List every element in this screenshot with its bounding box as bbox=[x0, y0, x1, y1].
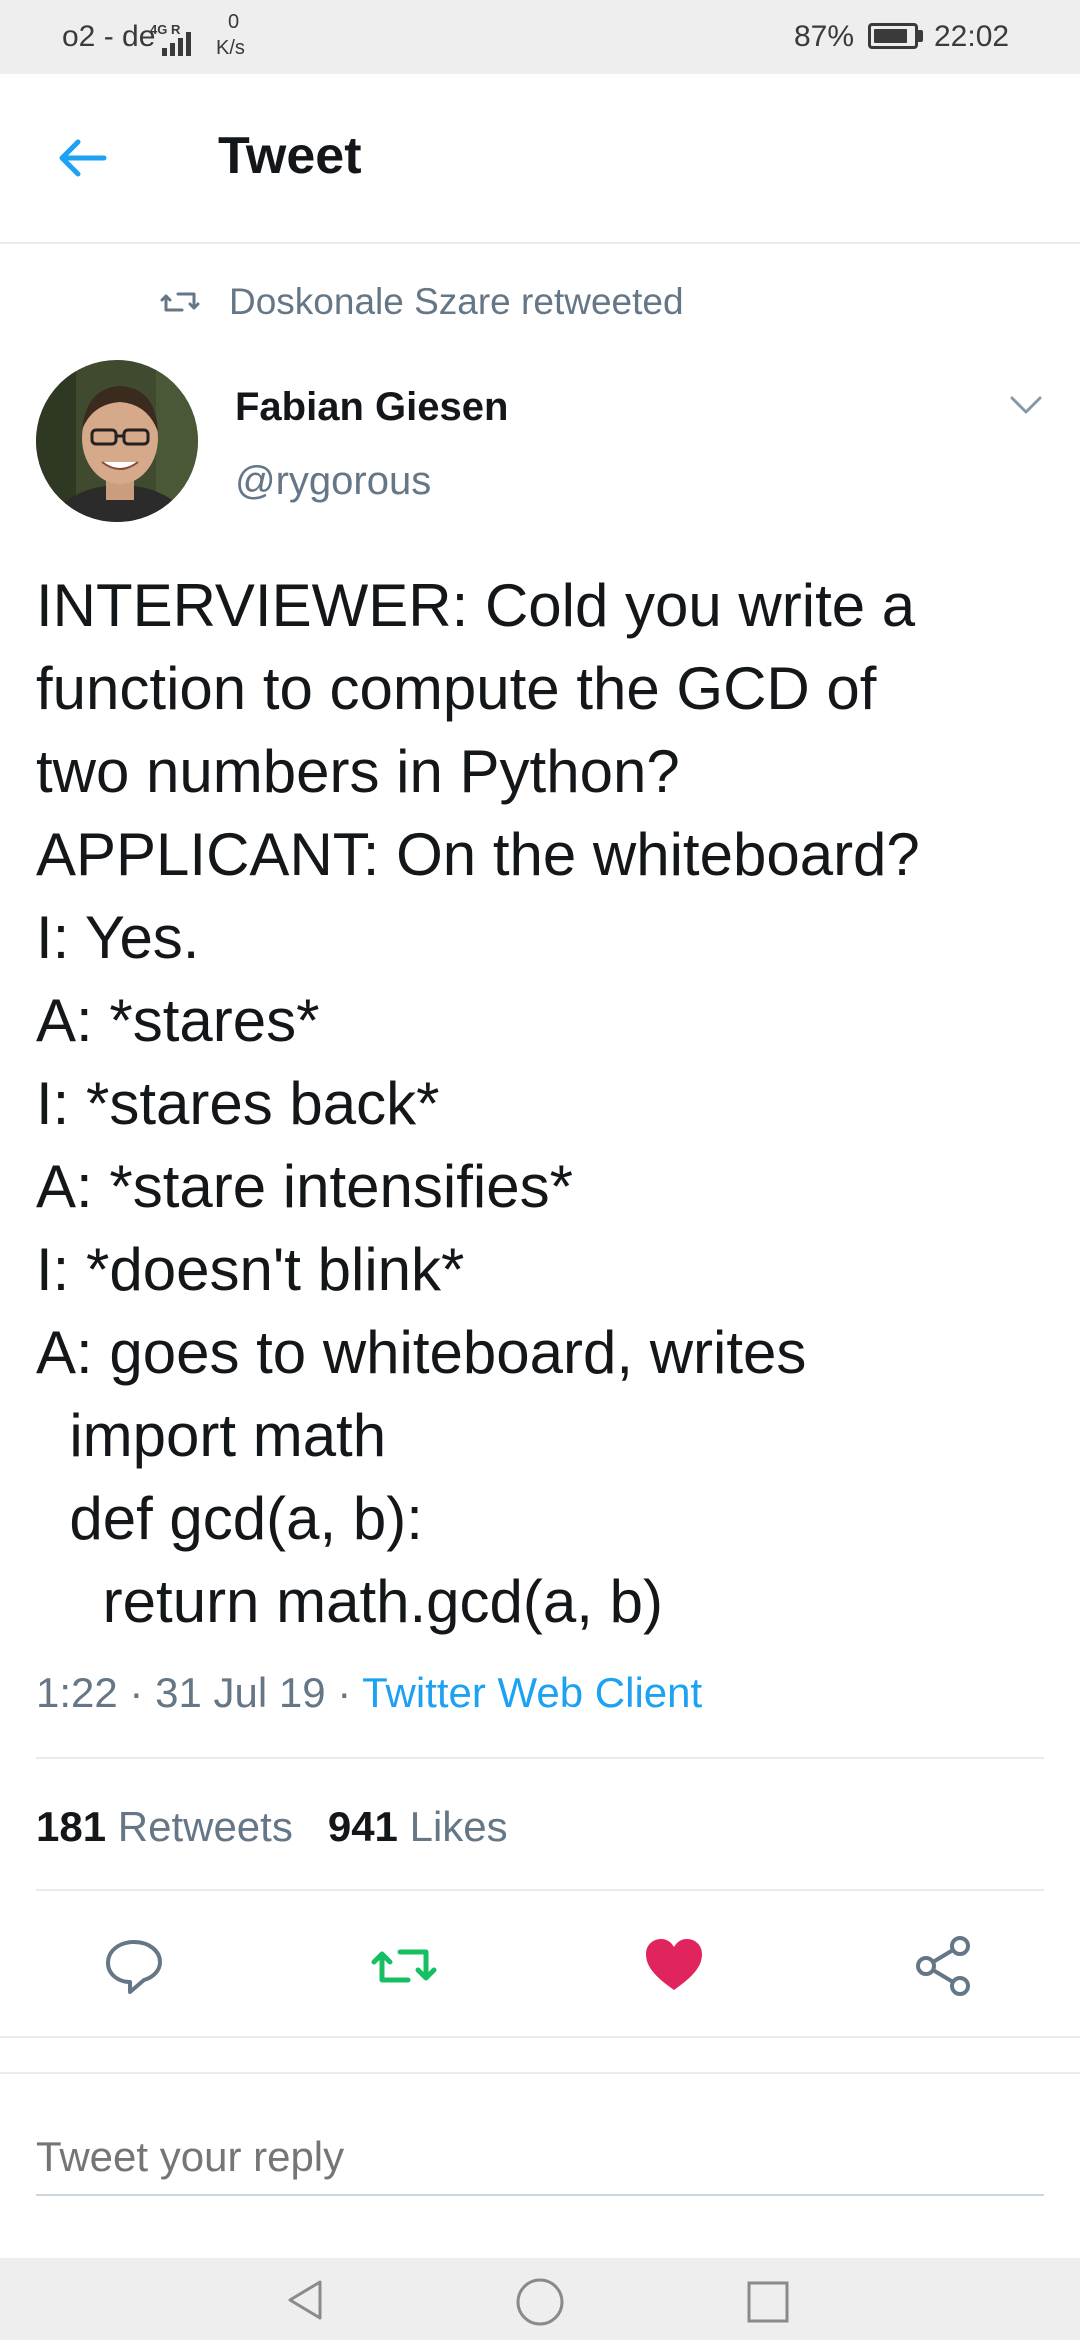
square-recents-icon bbox=[747, 2281, 789, 2323]
circle-home-icon bbox=[516, 2278, 564, 2326]
triangle-back-icon bbox=[288, 2280, 322, 2320]
author-handle[interactable]: @rygorous bbox=[235, 456, 431, 506]
top-app-bar bbox=[0, 74, 1080, 244]
divider bbox=[36, 1757, 1044, 1759]
tweet-source-link[interactable]: Twitter Web Client bbox=[362, 1669, 702, 1716]
tweet-timestamp: 1:22 · 31 Jul 19 · Twitter Web Client bbox=[36, 1666, 702, 1720]
divider bbox=[0, 2036, 1080, 2038]
tweet-line: A: *stare intensifies* bbox=[36, 1153, 573, 1220]
tweet-line: return math.gcd(a, b) bbox=[36, 1568, 663, 1635]
status-bar: o2 - de 4G R 0 K/s 87% 22:02 bbox=[0, 0, 1080, 74]
meta-separator: · bbox=[129, 1669, 144, 1716]
retweet-button[interactable] bbox=[370, 1934, 438, 1998]
reply-button[interactable] bbox=[102, 1934, 166, 1998]
tweet-date: 31 Jul 19 bbox=[155, 1669, 326, 1716]
tweet-line: INTERVIEWER: Cold you write a bbox=[36, 572, 916, 639]
network-speed-unit: K/s bbox=[216, 37, 245, 59]
tweet-stats: 181 Retweets 941 Likes bbox=[36, 1800, 508, 1854]
signal-icon bbox=[162, 32, 191, 56]
avatar[interactable] bbox=[36, 360, 198, 522]
tweet-line: function to compute the GCD of bbox=[36, 655, 877, 722]
retweet-icon bbox=[371, 1949, 437, 1983]
page-title: Tweet bbox=[218, 127, 362, 185]
tweet-line: I: *doesn't blink* bbox=[36, 1236, 465, 1303]
share-icon bbox=[916, 1936, 970, 1996]
retweeted-by-label: Doskonale Szare retweeted bbox=[229, 281, 684, 322]
meta-separator: · bbox=[337, 1669, 352, 1716]
nav-recents-button[interactable] bbox=[746, 2280, 790, 2324]
divider bbox=[36, 1889, 1044, 1891]
arrow-left-icon bbox=[59, 139, 107, 177]
heart-icon bbox=[646, 1939, 702, 1990]
tweet-time: 1:22 bbox=[36, 1669, 118, 1716]
tweet-line: two numbers in Python? bbox=[36, 738, 680, 805]
likes-count: 941 bbox=[327, 1803, 398, 1850]
tweet-line: I: Yes. bbox=[36, 904, 200, 971]
avatar-photo bbox=[36, 360, 198, 522]
retweets-count: 181 bbox=[36, 1803, 107, 1850]
carrier-name: o2 - de bbox=[62, 20, 156, 53]
network-speed-value: 0 bbox=[228, 11, 240, 33]
battery-cap bbox=[918, 30, 923, 42]
likes-stat[interactable]: 941 Likes bbox=[328, 1803, 508, 1850]
retweet-icon bbox=[160, 292, 200, 312]
reply-input[interactable] bbox=[36, 2120, 1044, 2196]
tweet-line: APPLICANT: On the whiteboard? bbox=[36, 821, 920, 888]
battery-percent: 87% bbox=[794, 20, 855, 53]
share-button[interactable] bbox=[912, 1934, 976, 1998]
retweets-stat[interactable]: 181 Retweets bbox=[36, 1803, 293, 1850]
tweet-menu-button[interactable] bbox=[1006, 392, 1046, 418]
tweet-line: A: goes to whiteboard, writes bbox=[36, 1319, 807, 1386]
author-name[interactable]: Fabian Giesen bbox=[235, 382, 508, 432]
battery-icon bbox=[868, 23, 918, 49]
retweets-label: Retweets bbox=[117, 1803, 293, 1850]
like-button[interactable] bbox=[642, 1934, 706, 1998]
nav-back-button[interactable] bbox=[284, 2278, 328, 2322]
tweet-line: import math bbox=[36, 1402, 387, 1469]
chevron-down-icon bbox=[1010, 396, 1042, 414]
clock: 22:02 bbox=[934, 20, 1010, 53]
likes-label: Likes bbox=[409, 1803, 508, 1850]
tweet-line: I: *stares back* bbox=[36, 1070, 440, 1137]
comment-icon bbox=[106, 1940, 162, 1994]
tweet-line: A: *stares* bbox=[36, 987, 320, 1054]
back-button[interactable] bbox=[54, 136, 114, 180]
system-navigation-bar bbox=[0, 2258, 1080, 2340]
tweet-line: def gcd(a, b): bbox=[36, 1485, 423, 1552]
nav-home-button[interactable] bbox=[514, 2278, 566, 2330]
